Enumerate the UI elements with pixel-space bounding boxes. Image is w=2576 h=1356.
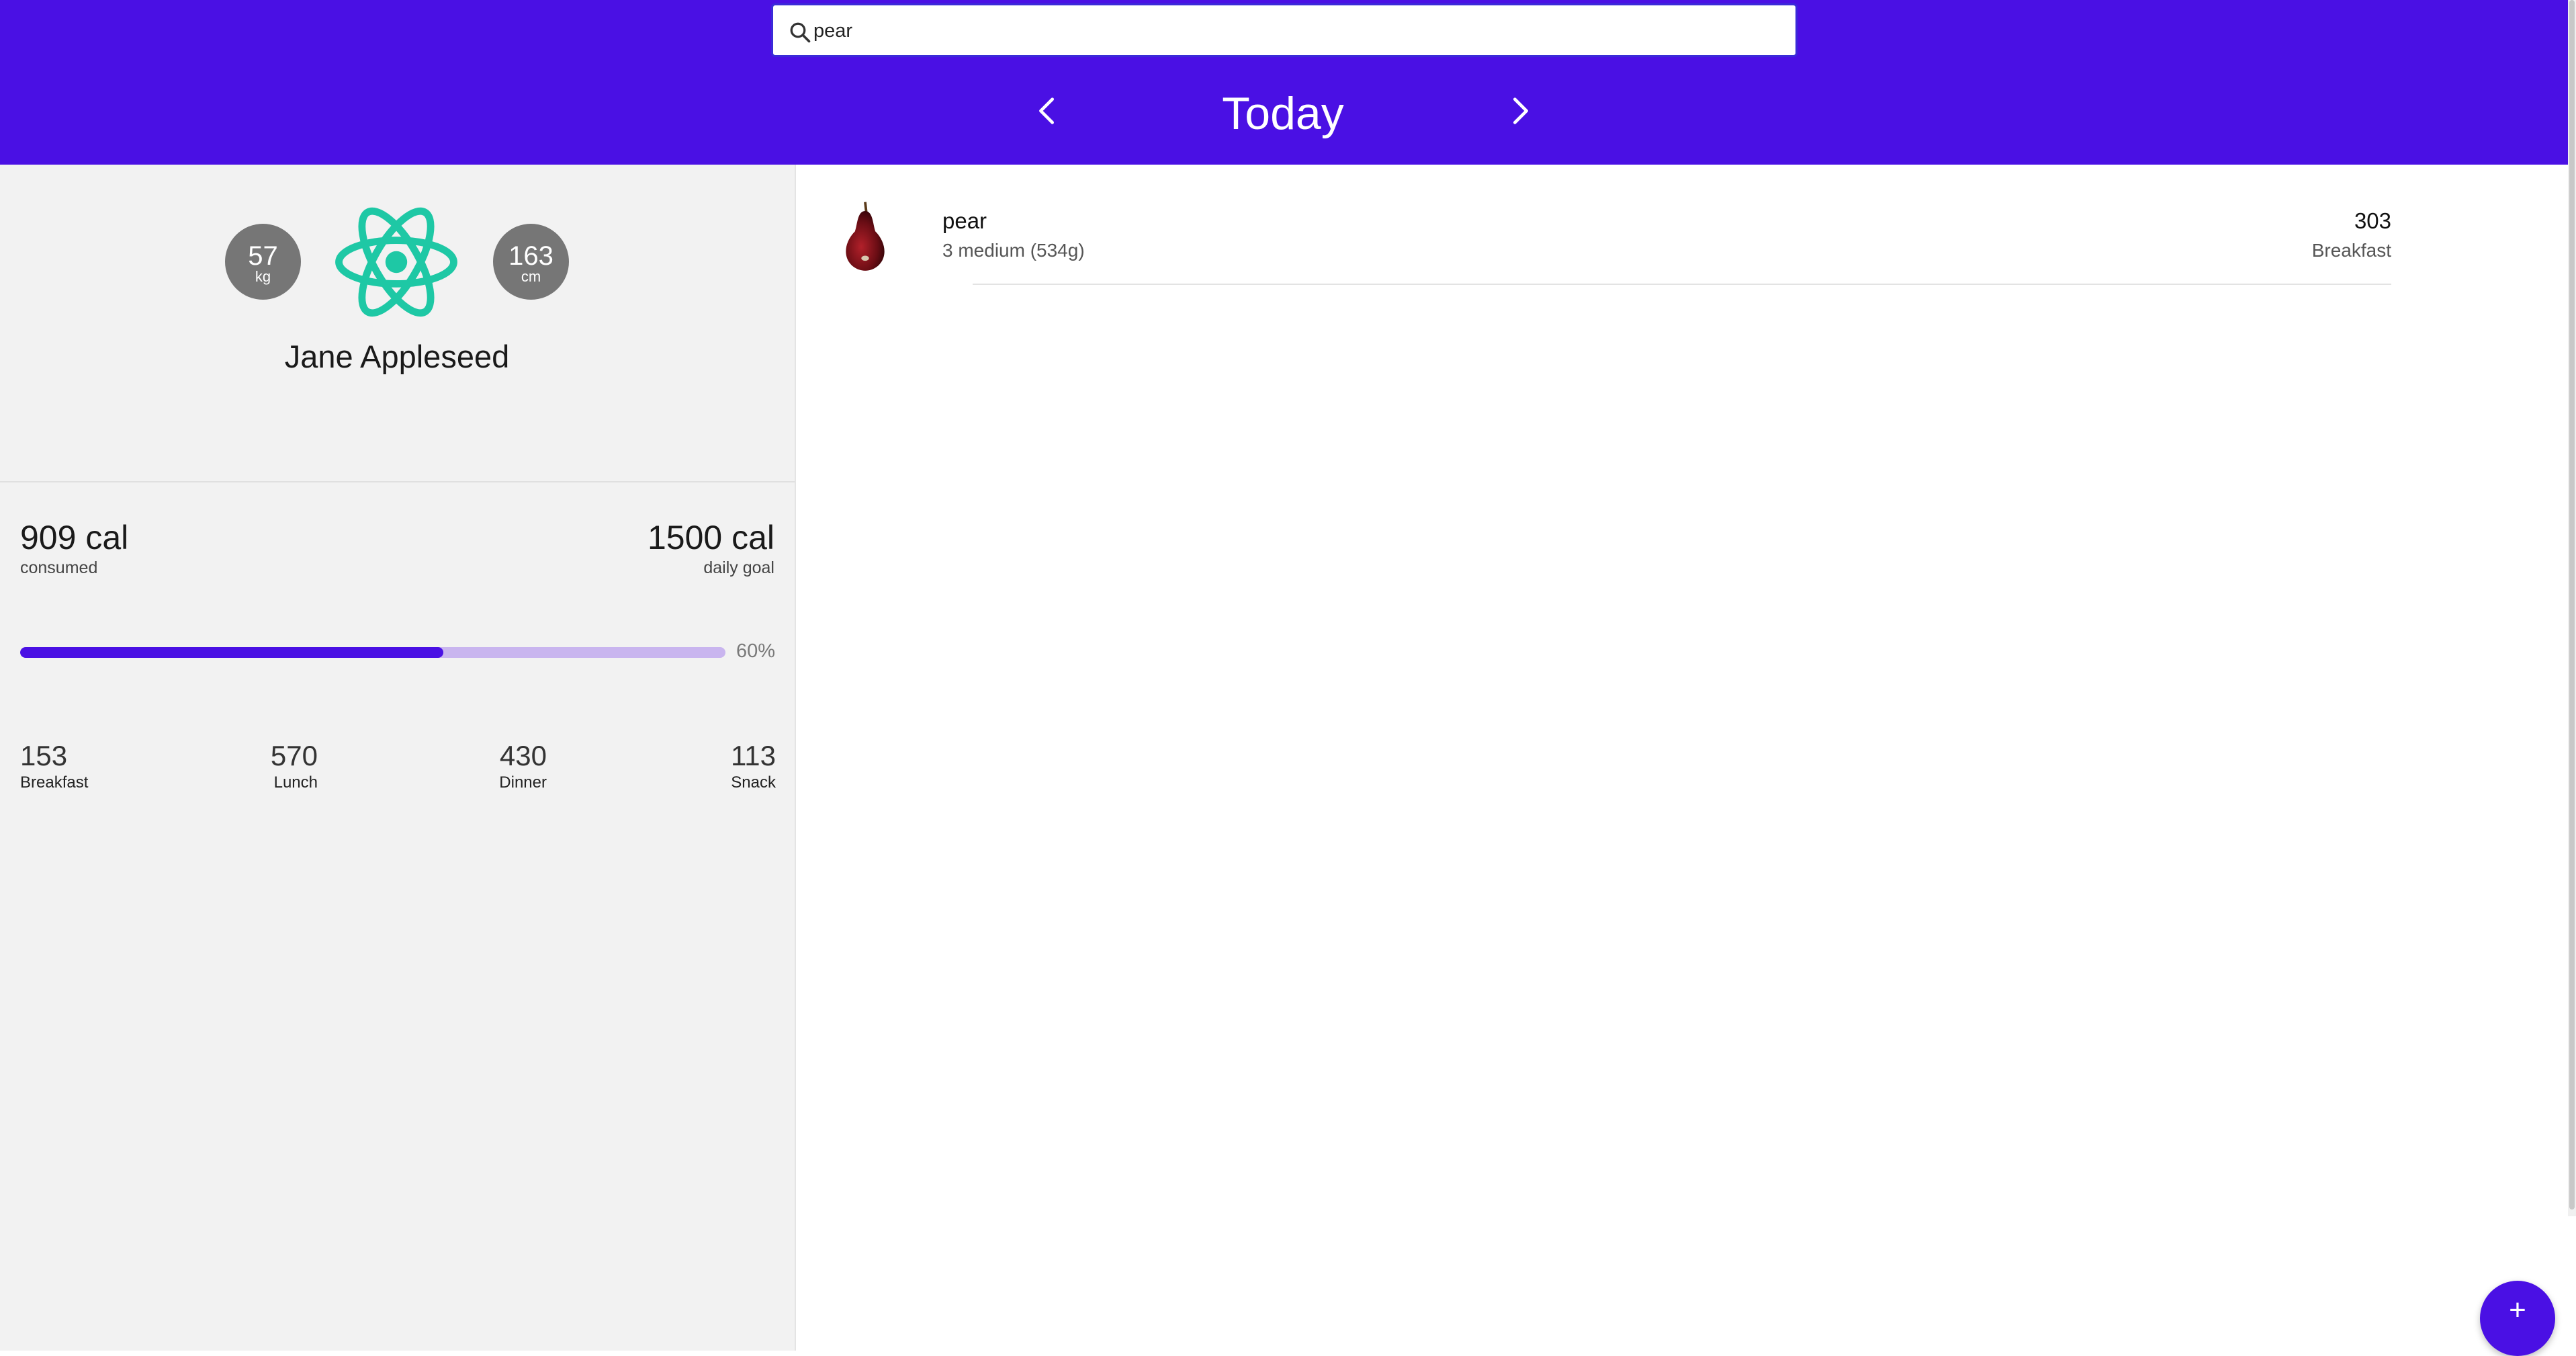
weight-value: 57 [248, 241, 278, 271]
meal-summary-snack: 113 Snack [729, 739, 776, 793]
meal-calories: 113 [731, 740, 776, 771]
profile-sidebar: 57 kg 163 cm Jane Appleseed 909 cal cons… [0, 165, 796, 1351]
search-icon [790, 22, 811, 43]
add-entry-button[interactable]: + [2480, 1281, 2555, 1356]
height-badge: 163 cm [493, 224, 569, 300]
react-logo-icon [335, 207, 457, 317]
calories-goal-label: daily goal [703, 558, 774, 577]
meal-label: Breakfast [20, 773, 89, 792]
calories-consumed: 909 cal consumed [20, 517, 128, 578]
app-header: Today [0, 0, 2568, 165]
chevron-right-icon[interactable] [1505, 94, 1535, 128]
search-input[interactable] [813, 12, 1781, 50]
user-name: Jane Appleseed [284, 339, 510, 374]
weight-badge: 57 kg [225, 224, 301, 300]
meal-label: Dinner [499, 773, 547, 792]
meal-summary-dinner: 430 Dinner [493, 739, 547, 793]
calories-goal: 1500 cal daily goal [648, 517, 774, 578]
scrollbar-thumb[interactable] [2569, 0, 2575, 1210]
calorie-progress-fill [20, 647, 443, 658]
list-divider [973, 284, 2391, 285]
search-box[interactable] [771, 3, 1797, 57]
divider [0, 481, 795, 482]
food-calories: 303 [2354, 208, 2391, 233]
calories-consumed-value: 909 cal [20, 519, 129, 556]
height-unit: cm [521, 268, 541, 285]
food-meal: Breakfast [2311, 240, 2391, 261]
weight-unit: kg [255, 268, 271, 285]
plus-icon: + [2509, 1294, 2526, 1326]
page-title: Today [1222, 88, 1344, 139]
meal-calories: 570 [270, 740, 318, 771]
calories-consumed-label: consumed [20, 558, 98, 577]
food-quantity: 3 medium (534g) [942, 240, 1085, 261]
meal-summary-breakfast: 153 Breakfast [20, 739, 88, 793]
pear-icon [846, 202, 885, 271]
meal-label: Lunch [273, 773, 318, 792]
calorie-progress-percent: 60% [736, 640, 776, 662]
list-item[interactable]: pear 3 medium (534g) 303 Breakfast [813, 188, 2391, 286]
height-value: 163 [508, 241, 553, 271]
calorie-progress-bar [20, 647, 725, 658]
meal-label: Snack [731, 773, 776, 792]
calories-goal-value: 1500 cal [647, 519, 774, 556]
meal-calories: 430 [499, 740, 547, 771]
meal-calories: 153 [20, 740, 68, 771]
meal-summary-lunch: 570 Lunch [257, 739, 318, 793]
chevron-left-icon[interactable] [1032, 94, 1062, 128]
food-name: pear [942, 208, 987, 233]
